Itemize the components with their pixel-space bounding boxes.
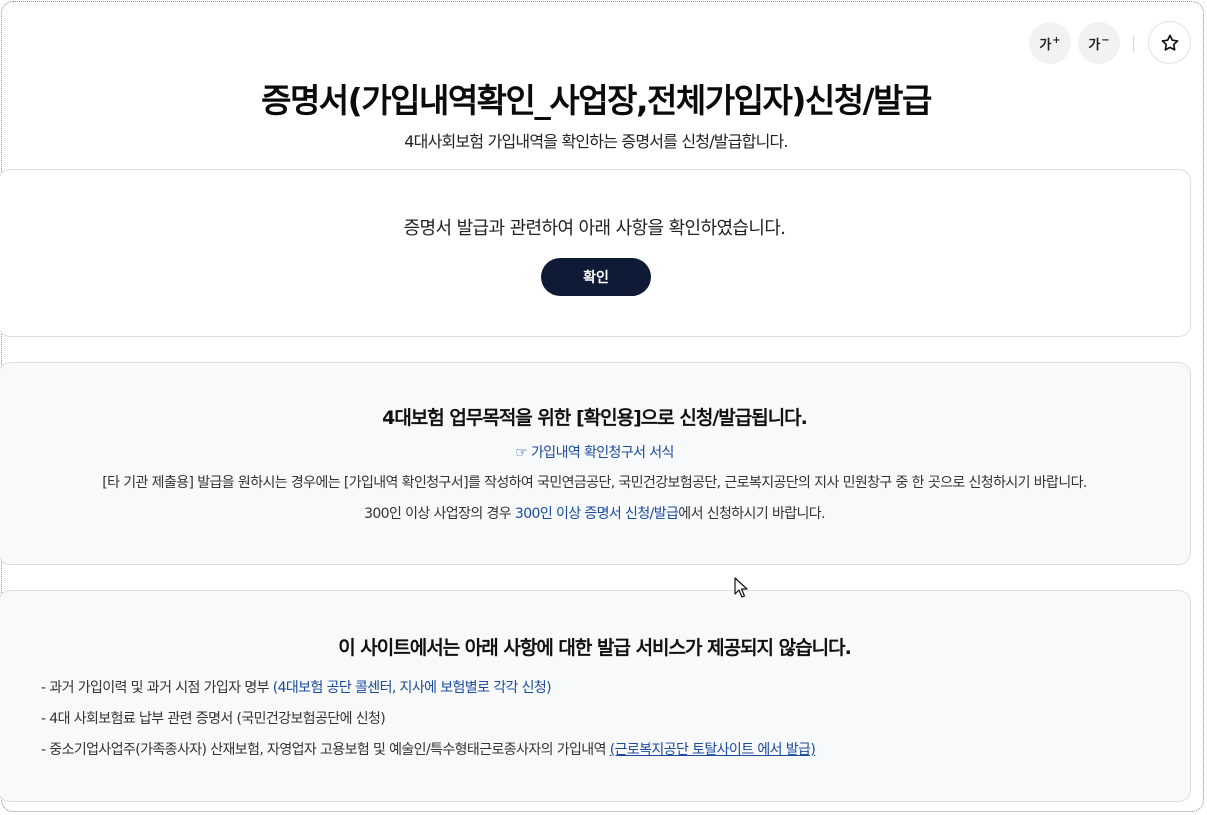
large-business-link[interactable]: 300인 이상 증명서 신청/발급 xyxy=(515,506,679,522)
toolbar-divider xyxy=(1133,36,1134,52)
list-item: - 4대 사회보험료 납부 관련 증명서 (국민건강보험공단에 신청) xyxy=(41,708,386,728)
confirm-card: 증명서 발급과 관련하여 아래 사항을 확인하였습니다. 확인 xyxy=(0,169,1191,337)
list-item-text: - 4대 사회보험료 납부 관련 증명서 (국민건강보험공단에 신청) xyxy=(41,711,386,727)
confirm-text: 증명서 발급과 관련하여 아래 사항을 확인하였습니다. xyxy=(403,218,786,239)
page-subtitle: 4대사회보험 가입내역을 확인하는 증명서를 신청/발급합니다. xyxy=(404,132,788,151)
list-item-text: - 중소기업사업주(가족종사자) 산재보험, 자영업자 고용보험 및 예술인/특… xyxy=(41,742,610,758)
confirm-button[interactable]: 확인 xyxy=(541,258,651,296)
list-item-text: - 과거 가입이력 및 과거 시점 가입자 명부 xyxy=(41,680,273,696)
font-size-decrease-button[interactable]: 가 − xyxy=(1078,22,1120,64)
plus-icon: + xyxy=(1052,34,1061,46)
not-provided-card: 이 사이트에서는 아래 사항에 대한 발급 서비스가 제공되지 않습니다. - … xyxy=(0,590,1191,802)
favorite-button[interactable] xyxy=(1148,21,1191,64)
total-site-link[interactable]: (근로복지공단 토탈사이트 에서 발급) xyxy=(610,742,816,758)
star-icon xyxy=(1161,34,1178,51)
list-item: - 과거 가입이력 및 과거 시점 가입자 명부 (4대보험 공단 콜센터, 지… xyxy=(41,677,552,697)
list-item-note: (4대보험 공단 콜센터, 지사에 보험별로 각각 신청) xyxy=(272,680,552,696)
pointing-hand-icon: ☞ xyxy=(515,445,528,461)
mouse-cursor-icon xyxy=(734,577,748,598)
large-business-suffix: 에서 신청하시기 바랍니다. xyxy=(678,506,825,522)
font-decrease-label: 가 xyxy=(1088,37,1101,53)
list-item: - 중소기업사업주(가족종사자) 산재보험, 자영업자 고용보험 및 예술인/특… xyxy=(41,739,816,759)
font-increase-label: 가 xyxy=(1039,37,1052,53)
minus-icon: − xyxy=(1101,34,1110,46)
large-business-notice: 300인 이상 사업장의 경우 300인 이상 증명서 신청/발급에서 신청하시… xyxy=(0,503,1190,523)
purpose-heading: 4대보험 업무목적을 위한 [확인용]으로 신청/발급됩니다. xyxy=(382,407,808,429)
other-agency-notice: [타 기관 제출용] 발급을 원하시는 경우에는 [가입내역 확인청구서]를 작… xyxy=(102,475,1087,491)
page-title: 증명서(가입내역확인_사업장,전체가입자)신청/발급 xyxy=(261,81,932,120)
font-size-increase-button[interactable]: 가 + xyxy=(1029,22,1071,64)
purpose-card: 4대보험 업무목적을 위한 [확인용]으로 신청/발급됩니다. ☞ 가입내역 확… xyxy=(0,362,1191,565)
form-link-line: ☞ 가입내역 확인청구서 서식 xyxy=(0,442,1190,462)
form-link-label: 가입내역 확인청구서 서식 xyxy=(531,445,674,461)
not-provided-heading: 이 사이트에서는 아래 사항에 대한 발급 서비스가 제공되지 않습니다. xyxy=(338,637,852,659)
large-business-prefix: 300인 이상 사업장의 경우 xyxy=(364,506,515,522)
form-link[interactable]: ☞ 가입내역 확인청구서 서식 xyxy=(515,445,674,461)
